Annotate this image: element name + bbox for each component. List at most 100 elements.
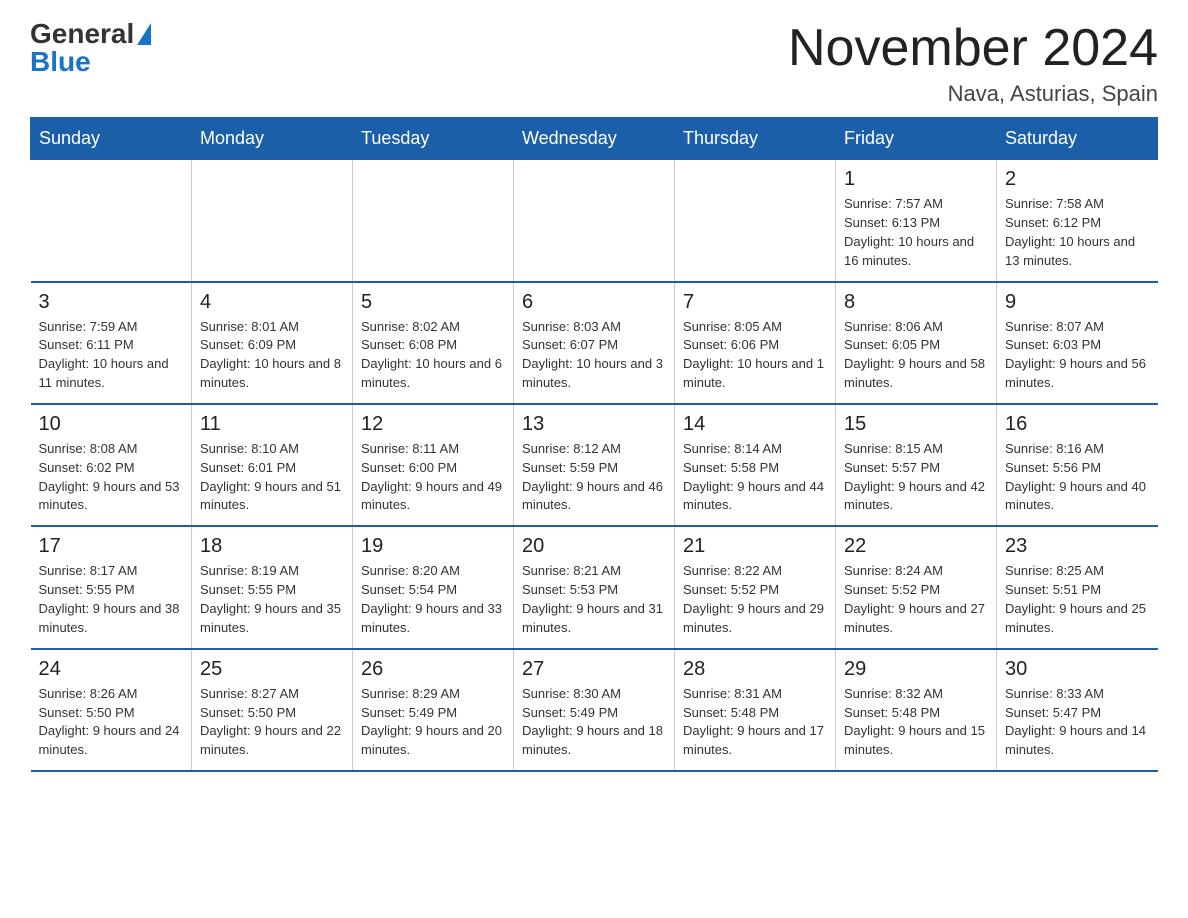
calendar-table: SundayMondayTuesdayWednesdayThursdayFrid…	[30, 117, 1158, 772]
day-number: 22	[844, 535, 988, 558]
day-number: 19	[361, 535, 505, 558]
day-info: Sunrise: 8:16 AM Sunset: 5:56 PM Dayligh…	[1005, 440, 1150, 515]
day-number: 7	[683, 291, 827, 314]
day-info: Sunrise: 8:22 AM Sunset: 5:52 PM Dayligh…	[683, 562, 827, 637]
day-info: Sunrise: 8:05 AM Sunset: 6:06 PM Dayligh…	[683, 318, 827, 393]
day-info: Sunrise: 8:19 AM Sunset: 5:55 PM Dayligh…	[200, 562, 344, 637]
day-info: Sunrise: 8:02 AM Sunset: 6:08 PM Dayligh…	[361, 318, 505, 393]
day-number: 29	[844, 658, 988, 681]
day-info: Sunrise: 7:57 AM Sunset: 6:13 PM Dayligh…	[844, 195, 988, 270]
day-info: Sunrise: 8:06 AM Sunset: 6:05 PM Dayligh…	[844, 318, 988, 393]
calendar-cell: 1 Sunrise: 7:57 AM Sunset: 6:13 PM Daylig…	[836, 160, 997, 282]
day-info: Sunrise: 8:17 AM Sunset: 5:55 PM Dayligh…	[39, 562, 184, 637]
calendar-cell: 13 Sunrise: 8:12 AM Sunset: 5:59 PM Dayli…	[514, 404, 675, 526]
day-info: Sunrise: 8:25 AM Sunset: 5:51 PM Dayligh…	[1005, 562, 1150, 637]
days-of-week-row: SundayMondayTuesdayWednesdayThursdayFrid…	[31, 118, 1158, 160]
day-number: 18	[200, 535, 344, 558]
day-number: 5	[361, 291, 505, 314]
calendar-cell: 15 Sunrise: 8:15 AM Sunset: 5:57 PM Dayli…	[836, 404, 997, 526]
day-info: Sunrise: 8:33 AM Sunset: 5:47 PM Dayligh…	[1005, 685, 1150, 760]
calendar-week-row: 3Sunrise: 7:59 AM Sunset: 6:11 PM Daylig…	[31, 282, 1158, 404]
day-number: 6	[522, 291, 666, 314]
calendar-cell: 5 Sunrise: 8:02 AM Sunset: 6:08 PM Daylig…	[353, 282, 514, 404]
calendar-cell: 8Sunrise: 8:06 AM Sunset: 6:05 PM Daylig…	[836, 282, 997, 404]
day-number: 13	[522, 413, 666, 436]
calendar-cell: 25 Sunrise: 8:27 AM Sunset: 5:50 PM Dayli…	[192, 649, 353, 771]
calendar-cell: 28 Sunrise: 8:31 AM Sunset: 5:48 PM Dayli…	[675, 649, 836, 771]
title-block: November 2024 Nava, Asturias, Spain	[788, 20, 1158, 107]
day-number: 25	[200, 658, 344, 681]
day-of-week-header: Saturday	[997, 118, 1158, 160]
day-info: Sunrise: 8:26 AM Sunset: 5:50 PM Dayligh…	[39, 685, 184, 760]
day-info: Sunrise: 8:10 AM Sunset: 6:01 PM Dayligh…	[200, 440, 344, 515]
day-number: 11	[200, 413, 344, 436]
calendar-cell: 9 Sunrise: 8:07 AM Sunset: 6:03 PM Daylig…	[997, 282, 1158, 404]
day-info: Sunrise: 8:21 AM Sunset: 5:53 PM Dayligh…	[522, 562, 666, 637]
calendar-cell: 23Sunrise: 8:25 AM Sunset: 5:51 PM Dayli…	[997, 526, 1158, 648]
calendar-cell: 14 Sunrise: 8:14 AM Sunset: 5:58 PM Dayli…	[675, 404, 836, 526]
logo-general-text: General	[30, 20, 134, 48]
calendar-cell: 2 Sunrise: 7:58 AM Sunset: 6:12 PM Daylig…	[997, 160, 1158, 282]
day-info: Sunrise: 8:32 AM Sunset: 5:48 PM Dayligh…	[844, 685, 988, 760]
day-info: Sunrise: 8:03 AM Sunset: 6:07 PM Dayligh…	[522, 318, 666, 393]
day-info: Sunrise: 8:12 AM Sunset: 5:59 PM Dayligh…	[522, 440, 666, 515]
day-number: 14	[683, 413, 827, 436]
calendar-week-row: 17 Sunrise: 8:17 AM Sunset: 5:55 PM Dayli…	[31, 526, 1158, 648]
day-number: 16	[1005, 413, 1150, 436]
day-info: Sunrise: 7:59 AM Sunset: 6:11 PM Dayligh…	[39, 318, 184, 393]
calendar-body: 1 Sunrise: 7:57 AM Sunset: 6:13 PM Daylig…	[31, 160, 1158, 771]
calendar-cell: 3Sunrise: 7:59 AM Sunset: 6:11 PM Daylig…	[31, 282, 192, 404]
page-title: November 2024	[788, 20, 1158, 77]
calendar-cell: 21 Sunrise: 8:22 AM Sunset: 5:52 PM Dayli…	[675, 526, 836, 648]
day-number: 21	[683, 535, 827, 558]
calendar-cell: 29 Sunrise: 8:32 AM Sunset: 5:48 PM Dayli…	[836, 649, 997, 771]
calendar-cell	[31, 160, 192, 282]
calendar-cell: 10 Sunrise: 8:08 AM Sunset: 6:02 PM Dayli…	[31, 404, 192, 526]
calendar-cell	[675, 160, 836, 282]
day-number: 9	[1005, 291, 1150, 314]
day-number: 15	[844, 413, 988, 436]
calendar-week-row: 1 Sunrise: 7:57 AM Sunset: 6:13 PM Daylig…	[31, 160, 1158, 282]
calendar-cell	[353, 160, 514, 282]
day-info: Sunrise: 8:31 AM Sunset: 5:48 PM Dayligh…	[683, 685, 827, 760]
day-info: Sunrise: 8:01 AM Sunset: 6:09 PM Dayligh…	[200, 318, 344, 393]
calendar-cell: 16 Sunrise: 8:16 AM Sunset: 5:56 PM Dayli…	[997, 404, 1158, 526]
day-of-week-header: Sunday	[31, 118, 192, 160]
day-number: 10	[39, 413, 184, 436]
calendar-cell: 17 Sunrise: 8:17 AM Sunset: 5:55 PM Dayli…	[31, 526, 192, 648]
day-number: 30	[1005, 658, 1150, 681]
day-of-week-header: Wednesday	[514, 118, 675, 160]
page-header: General Blue November 2024 Nava, Asturia…	[30, 20, 1158, 107]
day-number: 4	[200, 291, 344, 314]
day-info: Sunrise: 8:15 AM Sunset: 5:57 PM Dayligh…	[844, 440, 988, 515]
calendar-cell: 26 Sunrise: 8:29 AM Sunset: 5:49 PM Dayli…	[353, 649, 514, 771]
day-number: 27	[522, 658, 666, 681]
day-number: 17	[39, 535, 184, 558]
day-info: Sunrise: 7:58 AM Sunset: 6:12 PM Dayligh…	[1005, 195, 1150, 270]
day-info: Sunrise: 8:27 AM Sunset: 5:50 PM Dayligh…	[200, 685, 344, 760]
day-info: Sunrise: 8:29 AM Sunset: 5:49 PM Dayligh…	[361, 685, 505, 760]
calendar-cell: 4 Sunrise: 8:01 AM Sunset: 6:09 PM Daylig…	[192, 282, 353, 404]
calendar-week-row: 24Sunrise: 8:26 AM Sunset: 5:50 PM Dayli…	[31, 649, 1158, 771]
calendar-cell: 18 Sunrise: 8:19 AM Sunset: 5:55 PM Dayli…	[192, 526, 353, 648]
logo-blue-text: Blue	[30, 48, 91, 76]
calendar-cell: 27Sunrise: 8:30 AM Sunset: 5:49 PM Dayli…	[514, 649, 675, 771]
calendar-cell: 20 Sunrise: 8:21 AM Sunset: 5:53 PM Dayli…	[514, 526, 675, 648]
day-number: 28	[683, 658, 827, 681]
day-info: Sunrise: 8:07 AM Sunset: 6:03 PM Dayligh…	[1005, 318, 1150, 393]
calendar-cell: 11 Sunrise: 8:10 AM Sunset: 6:01 PM Dayli…	[192, 404, 353, 526]
day-info: Sunrise: 8:08 AM Sunset: 6:02 PM Dayligh…	[39, 440, 184, 515]
day-number: 20	[522, 535, 666, 558]
calendar-cell: 19 Sunrise: 8:20 AM Sunset: 5:54 PM Dayli…	[353, 526, 514, 648]
calendar-cell: 22Sunrise: 8:24 AM Sunset: 5:52 PM Dayli…	[836, 526, 997, 648]
day-number: 2	[1005, 168, 1150, 191]
day-info: Sunrise: 8:14 AM Sunset: 5:58 PM Dayligh…	[683, 440, 827, 515]
day-number: 1	[844, 168, 988, 191]
calendar-cell: 6 Sunrise: 8:03 AM Sunset: 6:07 PM Daylig…	[514, 282, 675, 404]
calendar-cell: 24Sunrise: 8:26 AM Sunset: 5:50 PM Dayli…	[31, 649, 192, 771]
day-number: 26	[361, 658, 505, 681]
day-info: Sunrise: 8:20 AM Sunset: 5:54 PM Dayligh…	[361, 562, 505, 637]
calendar-header: SundayMondayTuesdayWednesdayThursdayFrid…	[31, 118, 1158, 160]
day-of-week-header: Tuesday	[353, 118, 514, 160]
calendar-cell: 12Sunrise: 8:11 AM Sunset: 6:00 PM Dayli…	[353, 404, 514, 526]
